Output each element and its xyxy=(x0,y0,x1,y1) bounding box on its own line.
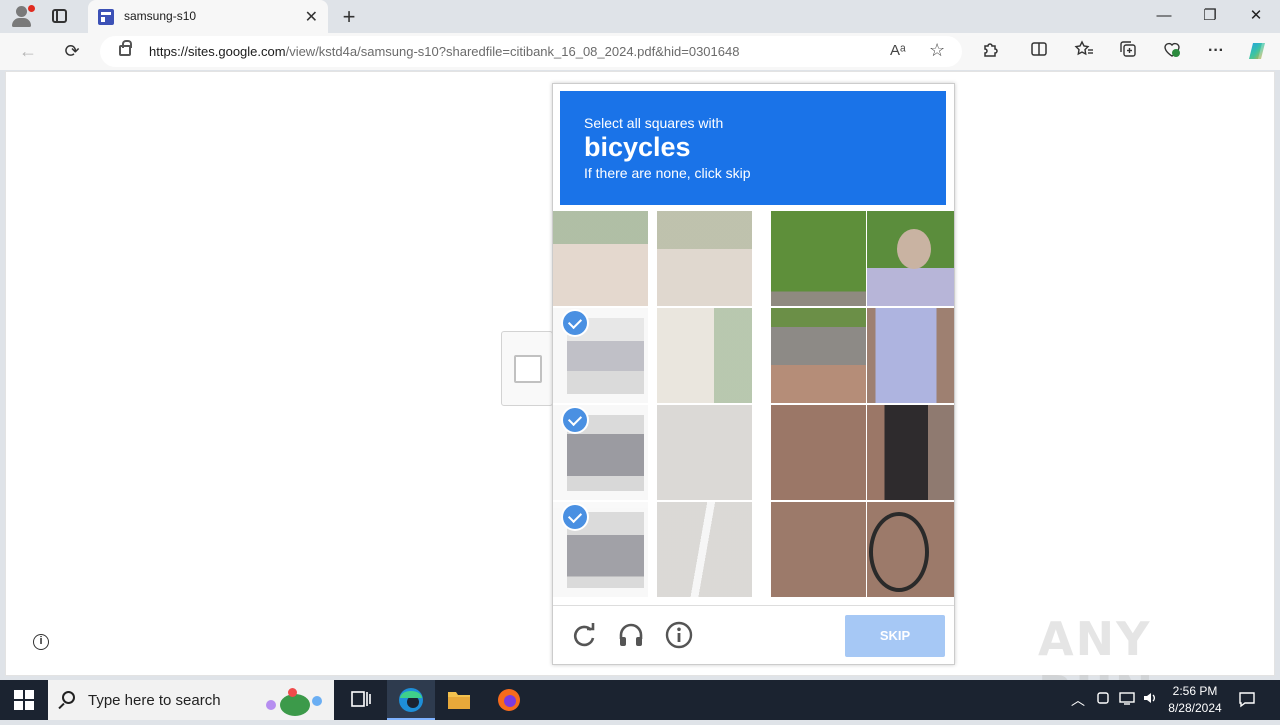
refresh-button[interactable]: ⟳ xyxy=(59,39,85,63)
firefox-icon[interactable] xyxy=(485,680,533,720)
recaptcha-checkbox-frame xyxy=(501,331,553,406)
captcha-tile[interactable] xyxy=(657,308,752,403)
tray-overflow-icon[interactable]: ︿ xyxy=(1071,690,1085,710)
search-icon xyxy=(62,691,75,704)
captcha-image-grid xyxy=(553,211,954,599)
captcha-tile[interactable] xyxy=(771,405,866,500)
collections-icon[interactable] xyxy=(1117,40,1139,62)
new-tab-button[interactable]: + xyxy=(339,4,359,30)
read-aloud-icon[interactable]: Aᵃ xyxy=(890,42,906,59)
notifications-icon[interactable] xyxy=(1238,690,1256,711)
selected-check-icon xyxy=(563,408,587,432)
url-text[interactable]: https://sites.google.com/view/kstd4a/sam… xyxy=(149,44,739,59)
minimize-button[interactable]: — xyxy=(1141,0,1187,33)
clock-time: 2:56 PM xyxy=(1172,684,1218,698)
help-info-icon[interactable] xyxy=(664,620,694,650)
captcha-tile[interactable] xyxy=(657,405,752,500)
google-sites-favicon-icon xyxy=(98,9,114,25)
taskbar-clock[interactable]: 2:56 PM 8/28/2024 xyxy=(1162,683,1228,717)
captcha-tile[interactable] xyxy=(657,502,752,597)
close-window-button[interactable]: ✕ xyxy=(1233,0,1279,33)
browser-toolbar: ← ⟳ https://sites.google.com/view/kstd4a… xyxy=(0,33,1280,70)
tab-title: samsung-s10 xyxy=(124,9,197,23)
audio-challenge-icon[interactable] xyxy=(616,620,646,650)
recaptcha-checkbox[interactable] xyxy=(514,355,542,383)
captcha-footer: SKIP xyxy=(553,605,954,665)
windows-start-icon[interactable] xyxy=(14,690,34,710)
captcha-tile[interactable] xyxy=(771,502,866,597)
instruction-line1: Select all squares with xyxy=(584,115,724,131)
selected-check-icon xyxy=(563,311,587,335)
copilot-icon[interactable] xyxy=(1246,40,1268,62)
reload-icon[interactable] xyxy=(569,620,599,650)
tab-close-icon[interactable]: ✕ xyxy=(305,7,318,27)
skip-button[interactable]: SKIP xyxy=(845,615,945,657)
instruction-target: bicycles xyxy=(584,132,691,162)
clock-date: 8/28/2024 xyxy=(1168,701,1222,715)
captcha-tile[interactable] xyxy=(867,211,954,306)
file-explorer-icon[interactable] xyxy=(435,680,483,720)
captcha-tile[interactable] xyxy=(771,308,866,403)
windows-taskbar: Type here to search ︿ 2:56 PM 8/28/2024 xyxy=(0,680,1280,720)
captcha-challenge: Select all squares with bicycles If ther… xyxy=(552,83,955,665)
browser-essentials-icon[interactable] xyxy=(1161,40,1183,62)
captcha-tile[interactable] xyxy=(867,308,954,403)
edge-taskbar-icon[interactable] xyxy=(387,680,435,720)
search-placeholder: Type here to search xyxy=(88,692,221,709)
captcha-tile[interactable] xyxy=(867,502,954,597)
lock-icon[interactable] xyxy=(119,40,132,56)
tab-actions-icon[interactable] xyxy=(50,7,70,25)
task-view-icon[interactable] xyxy=(337,680,385,720)
tab-samsung-s10[interactable]: samsung-s10 ✕ xyxy=(88,0,328,33)
page-content: i Select all squares with bicycles If th… xyxy=(5,71,1275,720)
taskbar-search[interactable]: Type here to search xyxy=(48,680,334,720)
address-bar[interactable]: https://sites.google.com/view/kstd4a/sam… xyxy=(100,36,962,67)
selected-check-icon xyxy=(563,505,587,529)
split-screen-icon[interactable] xyxy=(1028,40,1050,62)
instruction-line3: If there are none, click skip xyxy=(584,165,751,181)
info-icon[interactable]: i xyxy=(33,634,49,650)
volume-icon[interactable] xyxy=(1142,690,1158,709)
meet-now-icon[interactable] xyxy=(1096,690,1110,709)
settings-more-icon[interactable]: ··· xyxy=(1205,40,1227,62)
captcha-instructions: Select all squares with bicycles If ther… xyxy=(560,91,946,205)
profile-avatar-icon[interactable] xyxy=(8,3,36,29)
captcha-tile[interactable] xyxy=(771,211,866,306)
restore-button[interactable]: ❐ xyxy=(1187,0,1233,33)
favorite-star-icon[interactable]: ☆ xyxy=(929,40,945,61)
captcha-tile[interactable] xyxy=(867,405,954,500)
favorites-icon[interactable] xyxy=(1073,40,1095,62)
tab-strip: samsung-s10 ✕ + — ❐ ✕ xyxy=(0,0,1280,33)
search-highlight-icon xyxy=(262,686,328,716)
captcha-tile[interactable] xyxy=(657,211,752,306)
extensions-icon[interactable] xyxy=(980,40,1002,62)
network-icon[interactable] xyxy=(1119,690,1135,709)
captcha-tile[interactable] xyxy=(553,211,648,306)
back-button[interactable]: ← xyxy=(15,39,41,63)
